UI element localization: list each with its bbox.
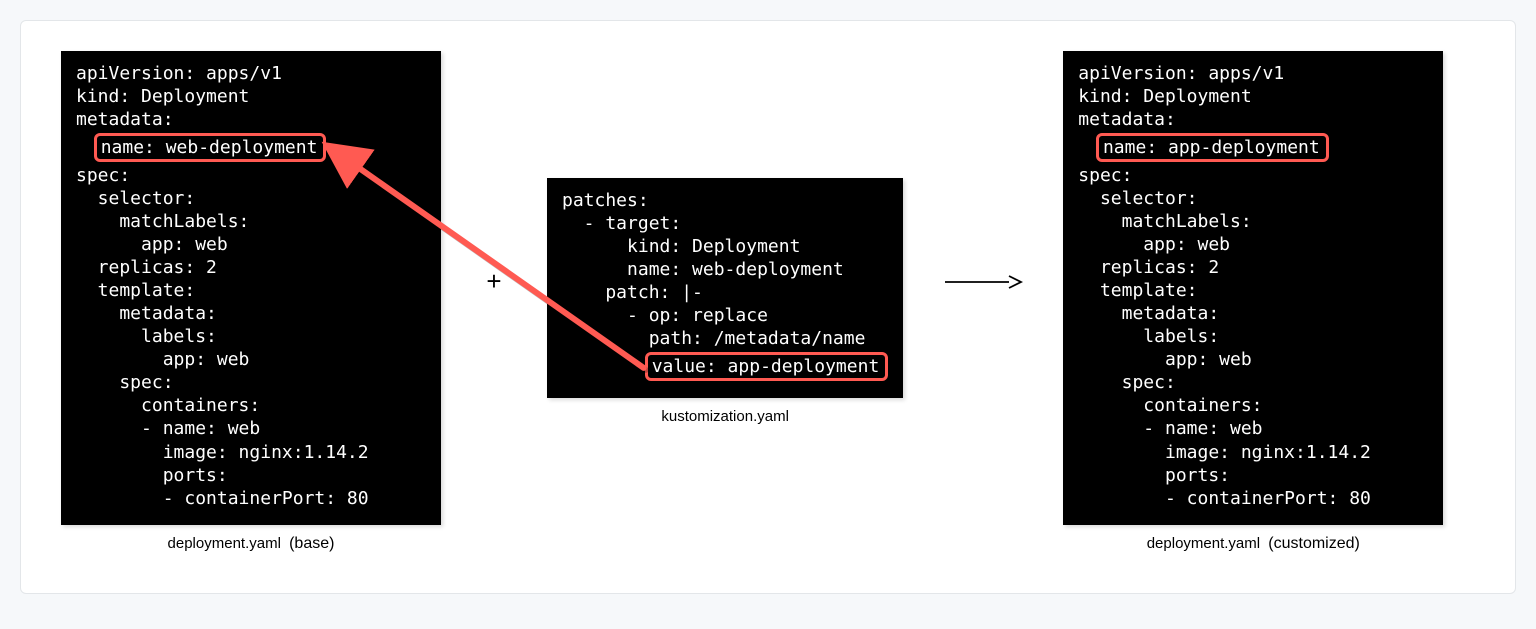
arrow-right-icon bbox=[943, 272, 1023, 292]
kustomization-caption: kustomization.yaml bbox=[661, 408, 789, 425]
diagram-canvas: apiVersion: apps/v1kind: Deploymentmetad… bbox=[20, 20, 1516, 594]
caption-note: (base) bbox=[289, 535, 334, 552]
caption-file: deployment.yaml bbox=[1147, 535, 1260, 552]
customized-deployment-code: apiVersion: apps/v1kind: Deploymentmetad… bbox=[1063, 51, 1443, 525]
caption-file: kustomization.yaml bbox=[661, 408, 789, 425]
kustomization-code: patches: - target: kind: Deployment name… bbox=[547, 178, 903, 398]
base-deployment-caption: deployment.yaml (base) bbox=[168, 535, 335, 553]
diagram-row: apiVersion: apps/v1kind: Deploymentmetad… bbox=[61, 51, 1475, 553]
kustomization-col: patches: - target: kind: Deployment name… bbox=[547, 178, 903, 425]
base-deployment-col: apiVersion: apps/v1kind: Deploymentmetad… bbox=[61, 51, 441, 553]
highlight-box: name: web-deployment bbox=[94, 133, 327, 162]
customized-deployment-caption: deployment.yaml (customized) bbox=[1147, 535, 1360, 553]
customized-deployment-col: apiVersion: apps/v1kind: Deploymentmetad… bbox=[1063, 51, 1443, 553]
plus-icon: + bbox=[481, 266, 507, 297]
highlight-box: value: app-deployment bbox=[645, 352, 889, 381]
highlight-box: name: app-deployment bbox=[1096, 133, 1329, 162]
caption-file: deployment.yaml bbox=[168, 535, 281, 552]
caption-note: (customized) bbox=[1268, 535, 1360, 552]
base-deployment-code: apiVersion: apps/v1kind: Deploymentmetad… bbox=[61, 51, 441, 525]
